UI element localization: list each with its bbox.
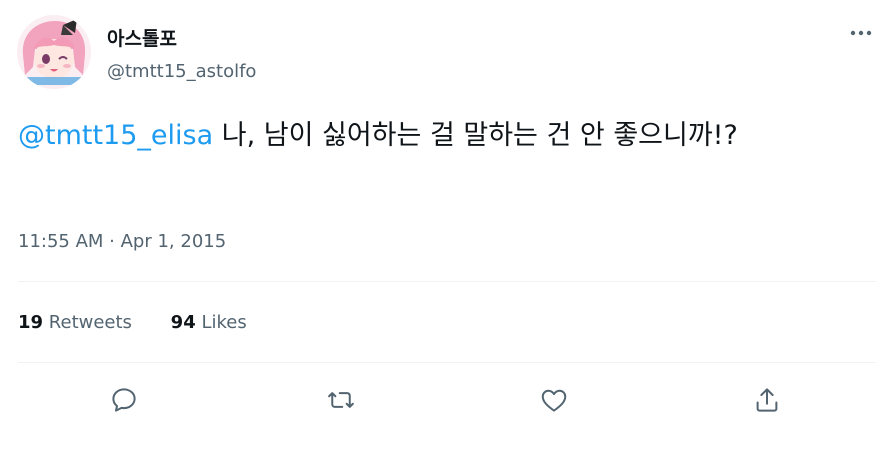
timestamp[interactable]: 11:55 AM · Apr 1, 2015 — [18, 231, 226, 252]
more-icon — [850, 30, 872, 36]
like-icon — [541, 389, 567, 412]
retweets-count: 19 — [18, 312, 44, 333]
share-button[interactable] — [744, 377, 790, 423]
avatar[interactable] — [17, 15, 91, 89]
username-handle[interactable]: @tmtt15_astolfo — [107, 61, 256, 82]
share-icon — [756, 388, 778, 412]
reply-button[interactable] — [101, 377, 147, 423]
action-bar — [0, 377, 894, 423]
likes-stat[interactable]: 94 Likes — [171, 312, 247, 333]
engagement-stats: 19 Retweets 94 Likes — [18, 312, 280, 333]
divider — [18, 281, 876, 282]
like-button[interactable] — [531, 377, 577, 423]
tweet-card: 아스톨포 @tmtt15_astolfo @tmtt15_elisa 나, 남이… — [0, 0, 894, 454]
reply-icon — [112, 388, 136, 412]
retweet-icon — [328, 392, 354, 408]
display-name[interactable]: 아스톨포 — [107, 24, 177, 51]
more-options-button[interactable] — [844, 18, 878, 48]
avatar-image — [17, 15, 91, 89]
likes-label: Likes — [201, 312, 247, 333]
mention-link[interactable]: @tmtt15_elisa — [18, 120, 213, 151]
retweet-button[interactable] — [318, 377, 364, 423]
likes-count: 94 — [170, 312, 196, 333]
tweet-text: @tmtt15_elisa 나, 남이 싫어하는 걸 말하는 건 안 좋으니까!… — [18, 112, 868, 159]
tweet-body: 나, 남이 싫어하는 걸 말하는 건 안 좋으니까!? — [213, 120, 738, 151]
divider — [18, 362, 876, 363]
retweets-stat[interactable]: 19 Retweets — [18, 312, 132, 333]
retweets-label: Retweets — [48, 312, 132, 333]
